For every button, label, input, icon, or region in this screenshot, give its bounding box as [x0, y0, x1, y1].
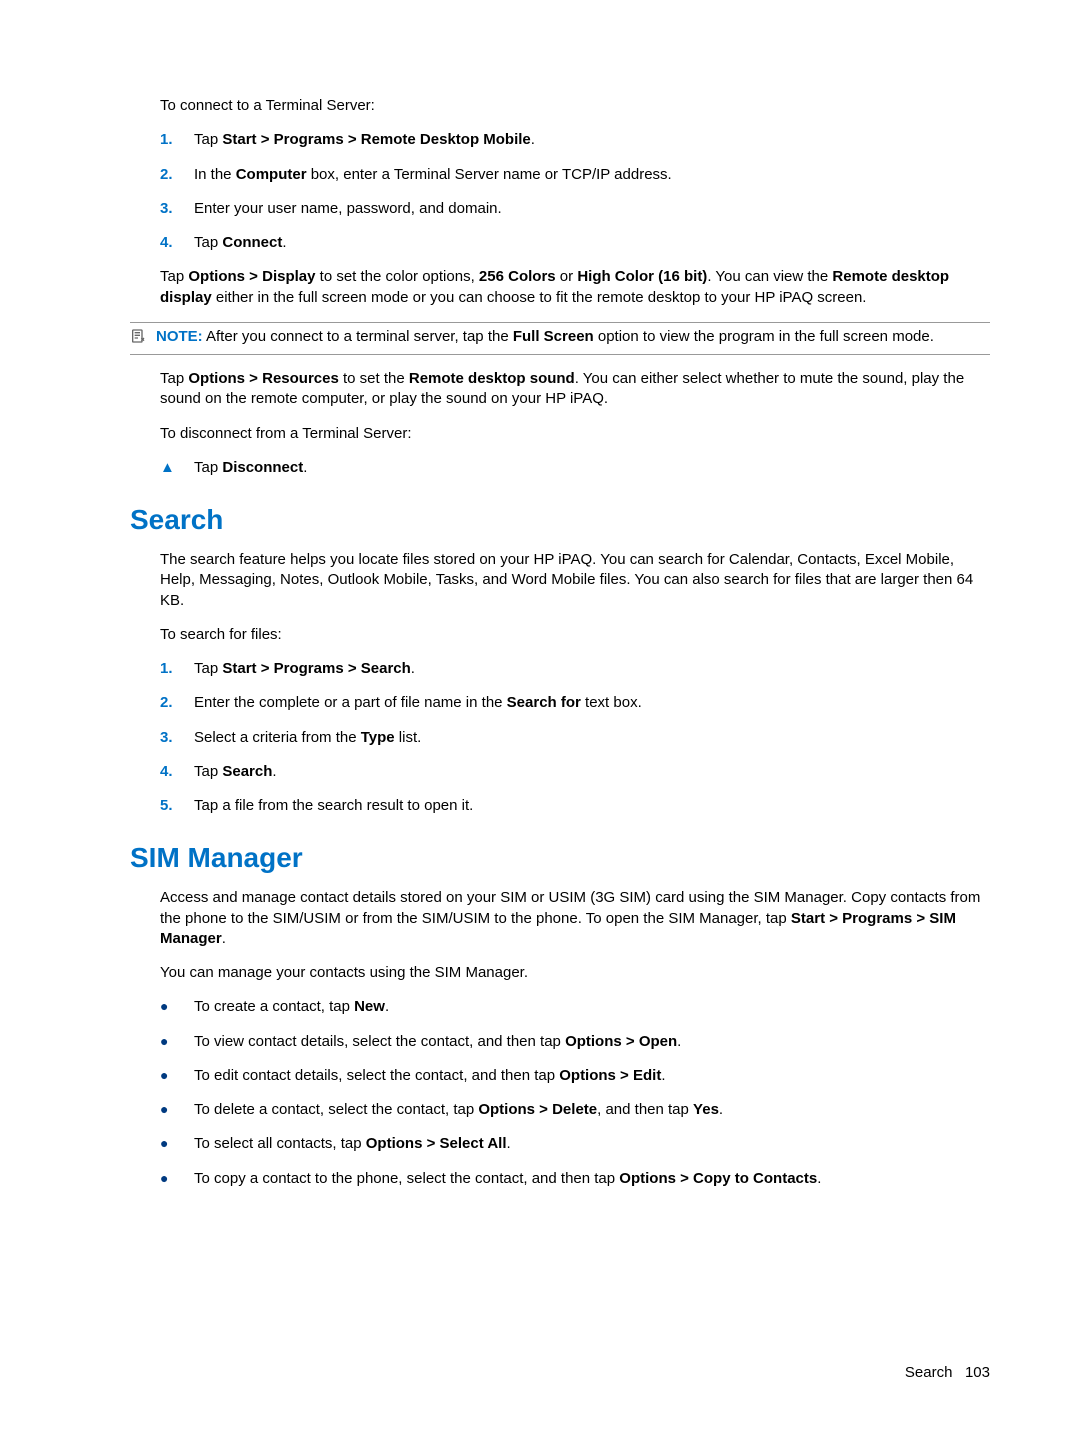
- search-paragraph: The search feature helps you locate file…: [160, 550, 990, 611]
- footer-page-number: 103: [965, 1364, 990, 1381]
- step-number: 2.: [160, 165, 176, 185]
- bullet-text: To copy a contact to the phone, select t…: [194, 1169, 821, 1189]
- bullet-icon: ●: [160, 1134, 176, 1154]
- step-number: 3.: [160, 728, 176, 748]
- triangle-bullet-icon: ▲: [160, 458, 176, 478]
- step-text: Enter your user name, password, and doma…: [194, 199, 502, 219]
- list-item: 4. Tap Search.: [160, 762, 990, 782]
- list-item: ▲ Tap Disconnect.: [160, 458, 990, 478]
- content-body: To connect to a Terminal Server: 1. Tap …: [160, 96, 990, 1189]
- list-item: 2. Enter the complete or a part of file …: [160, 693, 990, 713]
- step-number: 2.: [160, 693, 176, 713]
- sim-paragraph: Access and manage contact details stored…: [160, 888, 990, 949]
- display-paragraph: Tap Options > Display to set the color o…: [160, 267, 990, 308]
- step-text: Tap a file from the search result to ope…: [194, 796, 473, 816]
- search-intro: To search for files:: [160, 625, 990, 645]
- sim-bullets: ● To create a contact, tap New. ● To vie…: [160, 997, 990, 1189]
- list-item: ● To edit contact details, select the co…: [160, 1066, 990, 1086]
- bullet-icon: ●: [160, 1100, 176, 1120]
- step-number: 4.: [160, 762, 176, 782]
- bullet-text: To select all contacts, tap Options > Se…: [194, 1134, 511, 1154]
- step-text: Enter the complete or a part of file nam…: [194, 693, 642, 713]
- bullet-icon: ●: [160, 997, 176, 1017]
- list-item: 4. Tap Connect.: [160, 233, 990, 253]
- list-item: 1. Tap Start > Programs > Search.: [160, 659, 990, 679]
- note-callout: NOTE: After you connect to a terminal se…: [130, 322, 990, 355]
- list-item: 3. Enter your user name, password, and d…: [160, 199, 990, 219]
- document-page: To connect to a Terminal Server: 1. Tap …: [0, 0, 1080, 1437]
- step-text: Tap Disconnect.: [194, 458, 307, 478]
- bullet-text: To edit contact details, select the cont…: [194, 1066, 666, 1086]
- step-text: Tap Start > Programs > Search.: [194, 659, 415, 679]
- note-text: NOTE: After you connect to a terminal se…: [156, 327, 934, 350]
- list-item: ● To create a contact, tap New.: [160, 997, 990, 1017]
- step-text: Tap Connect.: [194, 233, 287, 253]
- terminal-intro: To connect to a Terminal Server:: [160, 96, 990, 116]
- resources-paragraph: Tap Options > Resources to set the Remot…: [160, 369, 990, 410]
- list-item: ● To view contact details, select the co…: [160, 1032, 990, 1052]
- list-item: 5. Tap a file from the search result to …: [160, 796, 990, 816]
- page-footer: Search 103: [905, 1364, 990, 1381]
- bullet-icon: ●: [160, 1032, 176, 1052]
- bullet-icon: ●: [160, 1066, 176, 1086]
- disconnect-list: ▲ Tap Disconnect.: [160, 458, 990, 478]
- footer-section: Search: [905, 1364, 953, 1381]
- step-text: Select a criteria from the Type list.: [194, 728, 421, 748]
- step-number: 1.: [160, 130, 176, 150]
- search-heading: Search: [130, 504, 990, 536]
- step-text: Tap Start > Programs > Remote Desktop Mo…: [194, 130, 535, 150]
- step-number: 4.: [160, 233, 176, 253]
- list-item: ● To select all contacts, tap Options > …: [160, 1134, 990, 1154]
- bullet-text: To view contact details, select the cont…: [194, 1032, 681, 1052]
- list-item: 2. In the Computer box, enter a Terminal…: [160, 165, 990, 185]
- step-text: Tap Search.: [194, 762, 277, 782]
- disconnect-intro: To disconnect from a Terminal Server:: [160, 424, 990, 444]
- bullet-text: To create a contact, tap New.: [194, 997, 389, 1017]
- step-text: In the Computer box, enter a Terminal Se…: [194, 165, 672, 185]
- list-item: 3. Select a criteria from the Type list.: [160, 728, 990, 748]
- step-number: 1.: [160, 659, 176, 679]
- list-item: ● To copy a contact to the phone, select…: [160, 1169, 990, 1189]
- step-number: 5.: [160, 796, 176, 816]
- note-icon: [130, 327, 146, 350]
- bullet-text: To delete a contact, select the contact,…: [194, 1100, 723, 1120]
- list-item: 1. Tap Start > Programs > Remote Desktop…: [160, 130, 990, 150]
- sim-manager-heading: SIM Manager: [130, 842, 990, 874]
- terminal-steps: 1. Tap Start > Programs > Remote Desktop…: [160, 130, 990, 253]
- search-steps: 1. Tap Start > Programs > Search. 2. Ent…: [160, 659, 990, 816]
- step-number: 3.: [160, 199, 176, 219]
- list-item: ● To delete a contact, select the contac…: [160, 1100, 990, 1120]
- bullet-icon: ●: [160, 1169, 176, 1189]
- sim-intro: You can manage your contacts using the S…: [160, 963, 990, 983]
